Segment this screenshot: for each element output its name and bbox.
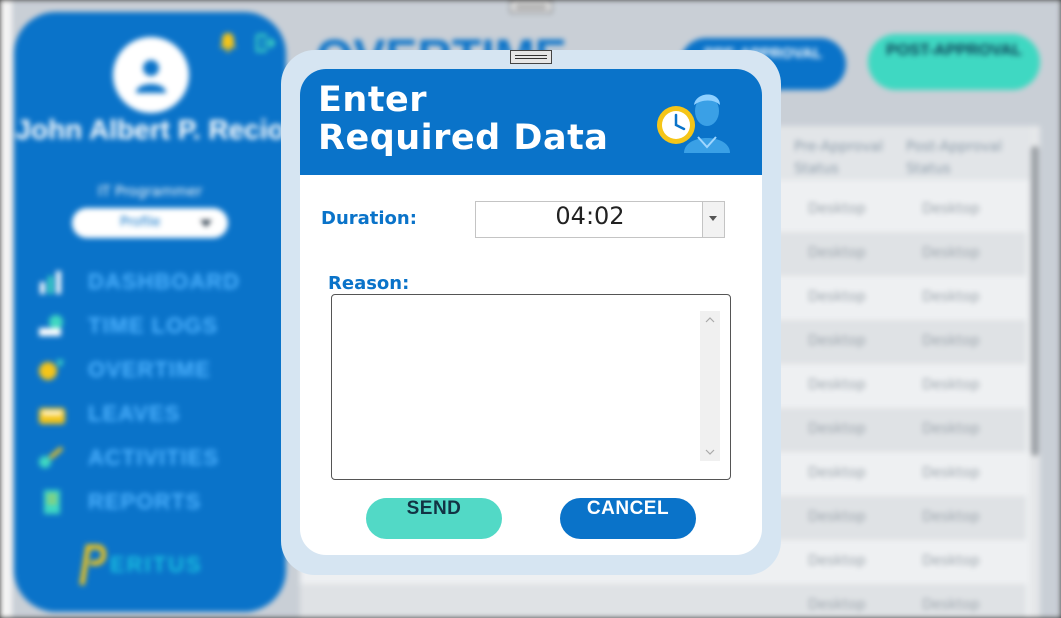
- required-data-dialog: Enter Required Data Duration: 04:02 Reas…: [300, 69, 762, 555]
- chevron-down-icon: [200, 220, 212, 227]
- brand-name: ERITUS: [110, 552, 203, 577]
- brand-mark-icon: [79, 544, 106, 586]
- bar-chart-icon: [40, 271, 61, 294]
- bell-icon[interactable]: [219, 32, 237, 52]
- nav-item-dashboard[interactable]: DASHBOARD: [36, 264, 276, 300]
- reason-textarea[interactable]: [331, 294, 731, 480]
- chevron-down-icon: [709, 216, 717, 221]
- user-name: John Albert P. Recio: [15, 114, 285, 145]
- dialog-header: Enter Required Data: [300, 69, 762, 175]
- nav-label: REPORTS: [88, 489, 202, 514]
- nav-item-reports[interactable]: REPORTS: [36, 484, 276, 520]
- nav-item-activities[interactable]: ACTIVITIES: [36, 440, 276, 476]
- clock-person-icon: [657, 94, 730, 153]
- time-logs-icon: [39, 315, 63, 336]
- dialog-title-line2: Required Data: [318, 118, 609, 158]
- post-approval-button[interactable]: POST-APPROVAL: [868, 34, 1040, 90]
- send-button[interactable]: SEND: [366, 498, 502, 539]
- scroll-down-icon[interactable]: [705, 447, 715, 457]
- reports-icon: [44, 490, 60, 514]
- nav-item-overtime[interactable]: OVERTIME: [36, 352, 276, 388]
- activities-icon: [39, 446, 64, 468]
- scroll-up-icon[interactable]: [705, 315, 715, 325]
- overtime-icon: [39, 360, 64, 380]
- table-cell: Desktop: [808, 245, 866, 261]
- nav-label: DASHBOARD: [88, 269, 240, 294]
- table-row[interactable]: Desktop Desktop: [300, 584, 1026, 618]
- table-cell: Desktop: [808, 377, 866, 393]
- avatar[interactable]: [113, 37, 189, 113]
- profile-select-value: Profile: [120, 215, 161, 230]
- modal-drag-handle[interactable]: [510, 50, 552, 64]
- column-header: Pre-Approval Status: [794, 139, 884, 177]
- nav-label: ACTIVITIES: [88, 445, 220, 470]
- scrollbar-thumb[interactable]: [1031, 146, 1039, 456]
- table-cell: Desktop: [922, 509, 980, 525]
- table-cell: Desktop: [922, 245, 980, 261]
- duration-select[interactable]: 04:02: [475, 201, 725, 238]
- nav-label: LEAVES: [88, 401, 181, 426]
- table-cell: Desktop: [808, 553, 866, 569]
- column-header: Post-Approval Status: [906, 139, 1003, 177]
- leaves-icon: [39, 408, 65, 424]
- duration-value: 04:02: [555, 202, 625, 230]
- user-role: IT Programmer: [97, 184, 203, 200]
- table-cell: Desktop: [808, 465, 866, 481]
- table-cell: Desktop: [808, 421, 866, 437]
- reason-scrollbar[interactable]: [700, 311, 720, 461]
- sidebar: John Albert P. Recio IT Programmer Profi…: [14, 12, 286, 612]
- table-cell: Desktop: [808, 333, 866, 349]
- table-cell: Desktop: [808, 509, 866, 525]
- nav-label: TIME LOGS: [88, 313, 218, 338]
- brand-logo: ERITUS: [76, 540, 236, 590]
- table-cell: Desktop: [922, 421, 980, 437]
- nav-label: OVERTIME: [88, 357, 211, 382]
- table-cell: Desktop: [922, 597, 980, 613]
- table-cell: Desktop: [922, 333, 980, 349]
- cancel-button[interactable]: CANCEL: [560, 498, 696, 539]
- dialog-title: Enter Required Data: [318, 81, 608, 157]
- dialog-title-line1: Enter: [318, 80, 428, 120]
- duration-label: Duration:: [321, 208, 417, 229]
- table-cell: Desktop: [808, 597, 866, 613]
- table-cell: Desktop: [922, 465, 980, 481]
- table-cell: Desktop: [922, 289, 980, 305]
- left-edge-strip: [0, 0, 12, 618]
- nav-item-leaves[interactable]: LEAVES: [36, 396, 276, 432]
- table-cell: Desktop: [922, 377, 980, 393]
- table-scrollbar[interactable]: [1030, 126, 1040, 618]
- user-icon: [136, 60, 166, 93]
- table-cell: Desktop: [808, 201, 866, 217]
- table-cell: Desktop: [922, 201, 980, 217]
- table-cell: Desktop: [922, 553, 980, 569]
- duration-dropdown-button[interactable]: [702, 202, 724, 237]
- reason-label: Reason:: [328, 273, 410, 294]
- logout-icon[interactable]: [254, 32, 276, 54]
- nav-item-time-logs[interactable]: TIME LOGS: [36, 308, 276, 344]
- table-cell: Desktop: [808, 289, 866, 305]
- profile-select[interactable]: Profile: [72, 208, 228, 238]
